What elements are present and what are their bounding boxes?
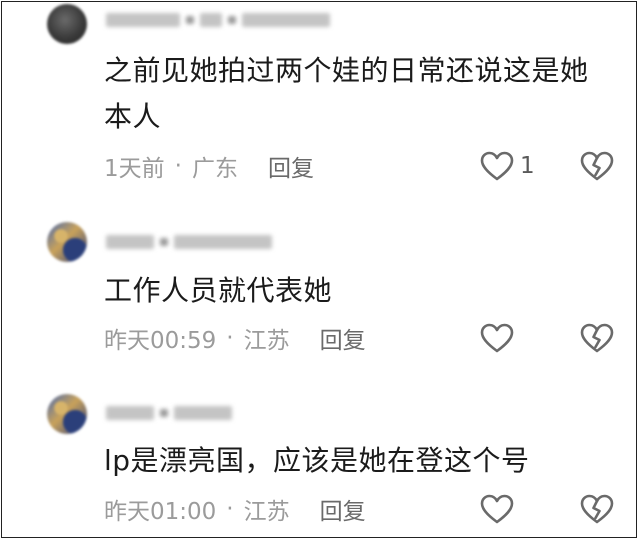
comment-text: lp是漂亮国，应该是她在登这个号 xyxy=(104,444,530,477)
avatar[interactable] xyxy=(47,4,87,44)
heart-outline-icon xyxy=(480,151,514,181)
reply-button[interactable]: 回复 xyxy=(320,492,366,526)
comment-location: 江苏 xyxy=(243,328,290,354)
comment-meta: 昨天01:00 · 江苏 回复 xyxy=(104,493,366,525)
comment-time: 昨天01:00 xyxy=(104,499,217,525)
comment-text: 工作人员就代表她 xyxy=(104,274,333,307)
reply-button[interactable]: 回复 xyxy=(320,321,366,355)
comment-time: 昨天00:59 xyxy=(104,328,217,354)
comment-location: 江苏 xyxy=(243,499,290,525)
dislike-button[interactable] xyxy=(580,493,614,525)
dislike-button[interactable] xyxy=(580,322,614,354)
avatar[interactable] xyxy=(47,394,87,434)
like-button[interactable] xyxy=(480,322,514,354)
comment-meta: 1天前 · 广东 回复 xyxy=(104,150,314,182)
comment-location: 广东 xyxy=(191,156,238,182)
username-blurred[interactable] xyxy=(106,10,330,30)
like-count: 1 xyxy=(520,153,535,179)
broken-heart-icon xyxy=(580,323,614,353)
broken-heart-icon xyxy=(580,494,614,524)
like-button[interactable]: 1 xyxy=(480,150,535,182)
comment-time: 1天前 xyxy=(104,156,165,182)
meta-separator: · xyxy=(226,325,234,351)
heart-outline-icon xyxy=(480,323,514,353)
reply-button[interactable]: 回复 xyxy=(268,149,314,183)
like-button[interactable] xyxy=(480,493,514,525)
avatar[interactable] xyxy=(47,222,87,262)
comment-text: 之前见她拍过两个娃的日常还说这是她本人 xyxy=(104,54,589,133)
comment-list: 之前见她拍过两个娃的日常还说这是她本人 1天前 · 广东 回复 1 工作人员就代… xyxy=(1,1,637,538)
heart-outline-icon xyxy=(480,494,514,524)
dislike-button[interactable] xyxy=(580,150,614,182)
username-blurred[interactable] xyxy=(106,232,272,252)
comment-meta: 昨天00:59 · 江苏 回复 xyxy=(104,322,366,354)
username-blurred[interactable] xyxy=(106,403,232,423)
meta-separator: · xyxy=(174,153,182,179)
broken-heart-icon xyxy=(580,151,614,181)
meta-separator: · xyxy=(226,496,234,522)
